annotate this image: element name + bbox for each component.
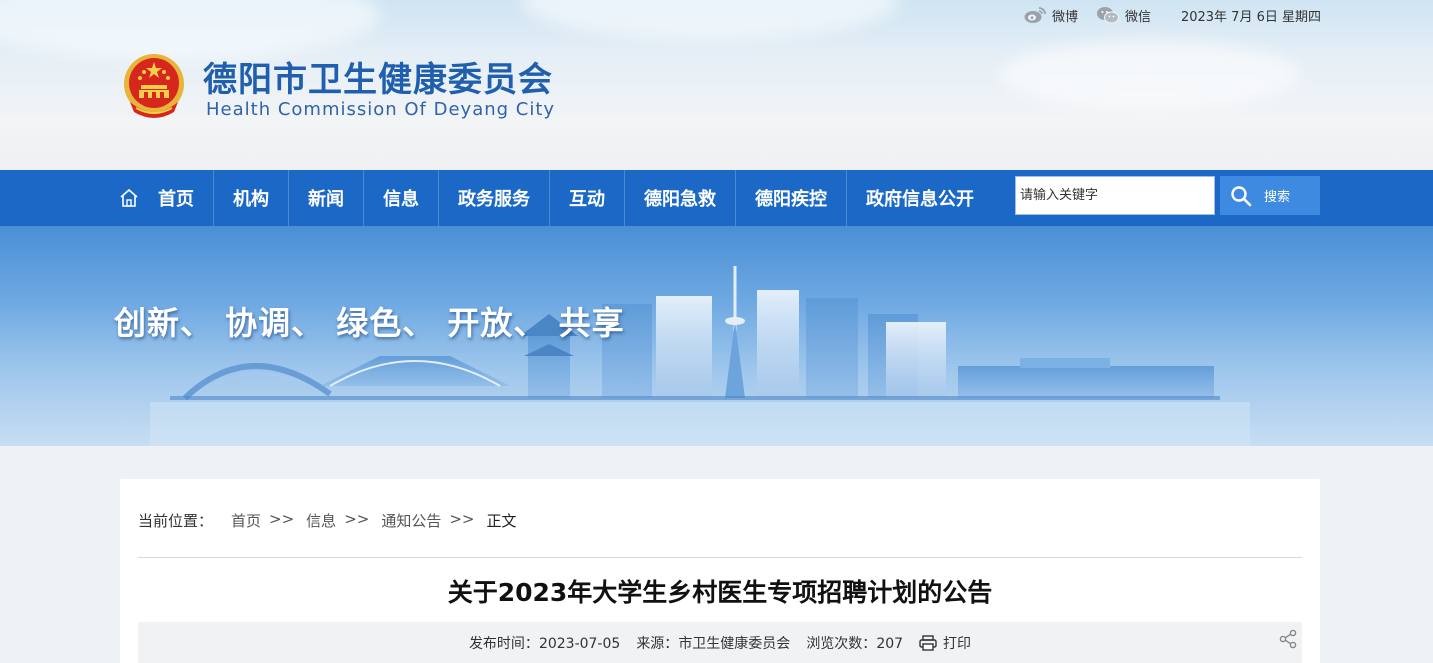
nav-label: 新闻 xyxy=(308,189,344,210)
divider xyxy=(138,557,1302,558)
wechat-link[interactable]: 微信 xyxy=(1096,6,1151,25)
view-count: 207 xyxy=(876,635,904,652)
hero-banner: 创新、 协调、 绿色、 开放、 共享 xyxy=(0,226,1433,446)
breadcrumb-separator: >> xyxy=(449,510,475,528)
site-header: 微博 微信 2023年 7月 6日 星期四 德阳市卫生健康委员会 Health … xyxy=(0,0,1433,170)
source-item: 来源：市卫生健康委员会 xyxy=(636,633,790,653)
search-icon xyxy=(1231,185,1252,206)
source-value: 市卫生健康委员会 xyxy=(678,635,791,652)
nav-label: 信息 xyxy=(383,189,419,210)
nav-item-cdc[interactable]: 德阳疾控 xyxy=(736,170,847,226)
breadcrumb-current: 正文 xyxy=(486,512,517,530)
publish-date: 2023-07-05 xyxy=(538,635,621,652)
cloud-decoration xyxy=(520,0,900,40)
banner-slogan: 创新、 协调、 绿色、 开放、 共享 xyxy=(114,304,625,342)
wechat-label: 微信 xyxy=(1124,9,1151,25)
nav-item-info-disclosure[interactable]: 政府信息公开 xyxy=(847,170,993,226)
view-count-item: 浏览次数：207 xyxy=(806,633,903,653)
print-button[interactable]: 打印 xyxy=(919,633,971,653)
source-label: 来源： xyxy=(636,635,679,652)
breadcrumb-separator: >> xyxy=(344,510,370,528)
home-icon xyxy=(120,188,138,207)
main-nav: 首页 机构 新闻 信息 政务服务 互动 德阳急救 德阳疾控 政府信息公开 xyxy=(0,170,1433,226)
nav-item-organization[interactable]: 机构 xyxy=(214,170,289,226)
weibo-icon xyxy=(1024,7,1046,23)
share-icon[interactable] xyxy=(1278,629,1298,649)
top-bar: 微博 微信 2023年 7月 6日 星期四 xyxy=(1023,5,1321,25)
publish-date-item: 发布时间：2023-07-05 xyxy=(469,633,620,653)
view-count-label: 浏览次数： xyxy=(806,635,877,652)
nav-item-government-services[interactable]: 政务服务 xyxy=(439,170,550,226)
article-title: 关于2023年大学生乡村医生专项招聘计划的公告 xyxy=(447,578,993,607)
nav-item-emergency[interactable]: 德阳急救 xyxy=(625,170,736,226)
weibo-label: 微博 xyxy=(1051,9,1078,25)
cloud-decoration xyxy=(0,0,380,60)
site-subtitle: Health Commission Of Deyang City xyxy=(206,99,556,120)
site-title[interactable]: 德阳市卫生健康委员会 xyxy=(203,52,553,101)
nav-label: 德阳急救 xyxy=(644,189,716,210)
breadcrumb-label: 当前位置： xyxy=(138,512,214,530)
wechat-icon xyxy=(1096,7,1119,24)
current-date: 2023年 7月 6日 星期四 xyxy=(1180,9,1321,25)
search-button[interactable]: 搜索 xyxy=(1220,176,1320,215)
cloud-decoration xyxy=(1000,40,1300,110)
print-label: 打印 xyxy=(943,635,972,652)
search-input[interactable] xyxy=(1015,176,1215,215)
nav-items: 首页 机构 新闻 信息 政务服务 互动 德阳急救 德阳疾控 政府信息公开 xyxy=(116,170,993,226)
publish-date-label: 发布时间： xyxy=(468,635,539,652)
weibo-link[interactable]: 微博 xyxy=(1023,6,1078,25)
nav-label: 政务服务 xyxy=(458,189,530,210)
nav-item-news[interactable]: 新闻 xyxy=(289,170,364,226)
breadcrumb: 当前位置： 首页 >> 信息 >> 通知公告 >> 正文 xyxy=(138,510,517,531)
article-card: 当前位置： 首页 >> 信息 >> 通知公告 >> 正文 关于2023年大学生乡… xyxy=(120,479,1320,663)
nav-item-home[interactable]: 首页 xyxy=(116,170,214,226)
nav-label: 互动 xyxy=(569,189,605,210)
breadcrumb-home[interactable]: 首页 xyxy=(231,510,261,531)
breadcrumb-separator: >> xyxy=(269,510,295,528)
nav-item-information[interactable]: 信息 xyxy=(364,170,439,226)
nav-label: 德阳疾控 xyxy=(755,189,827,210)
national-emblem-icon xyxy=(124,54,184,118)
nav-label: 政府信息公开 xyxy=(866,189,974,210)
breadcrumb-information[interactable]: 信息 xyxy=(306,510,336,531)
nav-label: 首页 xyxy=(158,189,194,210)
search-button-label: 搜索 xyxy=(1264,190,1291,205)
nav-item-interaction[interactable]: 互动 xyxy=(550,170,625,226)
breadcrumb-notices[interactable]: 通知公告 xyxy=(381,510,441,531)
printer-icon xyxy=(919,634,937,651)
article-meta: 发布时间：2023-07-05 来源：市卫生健康委员会 浏览次数：207 打印 xyxy=(138,622,1302,663)
nav-label: 机构 xyxy=(233,189,269,210)
